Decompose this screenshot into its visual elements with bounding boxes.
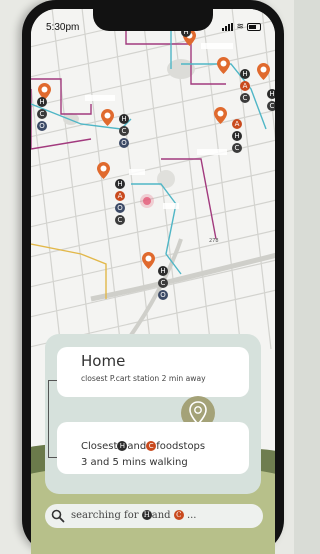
c-badge[interactable]: C: [267, 101, 275, 111]
c-badge[interactable]: C: [115, 215, 125, 225]
c-badge[interactable]: C: [240, 93, 250, 103]
foodstops-line2: 3 and 5 mins walking: [81, 457, 188, 468]
o-badge[interactable]: O: [158, 290, 168, 300]
map-pin-icon[interactable]: [97, 162, 110, 179]
foodstops-connector: and: [127, 441, 147, 452]
foodstops-line1: Closest Hand Cfoodstops: [81, 441, 205, 452]
h-badge[interactable]: H: [232, 131, 242, 141]
c-badge[interactable]: C: [232, 143, 242, 153]
status-time: 5:30pm: [46, 22, 80, 33]
c-badge: C: [173, 510, 184, 520]
highway-label: 278: [209, 238, 219, 244]
h-badge[interactable]: H: [37, 97, 47, 107]
search-input[interactable]: searching for Hand C ...: [71, 510, 196, 521]
o-badge[interactable]: O: [119, 138, 129, 148]
wifi-icon: ≋: [236, 22, 244, 32]
connector-bracket: [48, 380, 57, 458]
a-badge[interactable]: A: [115, 191, 125, 201]
map-label: [163, 203, 179, 209]
search-prefix: searching for: [71, 510, 139, 521]
foodstops-suffix: foodstops: [156, 441, 206, 452]
signal-icon: [222, 23, 234, 31]
h-badge: H: [141, 510, 152, 520]
c-badge: C: [146, 441, 157, 451]
o-badge[interactable]: O: [115, 203, 125, 213]
o-badge[interactable]: O: [37, 121, 47, 131]
c-badge[interactable]: C: [158, 278, 168, 288]
h-badge[interactable]: H: [267, 89, 275, 99]
a-badge[interactable]: A: [232, 119, 242, 129]
map-pin-icon[interactable]: [142, 252, 155, 269]
h-badge[interactable]: H: [240, 69, 250, 79]
map-label: [129, 169, 145, 175]
map-label: [85, 95, 115, 101]
h-badge[interactable]: H: [115, 179, 125, 189]
notch: [93, 9, 213, 31]
home-subtitle: closest P.cart station 2 min away: [81, 374, 206, 383]
search-connector: and: [151, 510, 171, 521]
h-badge: H: [117, 441, 128, 451]
screen: 5:30pm ≋ 278 H H A C H C H C O H C O A H…: [31, 9, 275, 554]
phone-frame: 5:30pm ≋ 278 H H A C H C H C O H C O A H…: [22, 0, 284, 554]
c-badge[interactable]: C: [119, 126, 129, 136]
battery-icon: [247, 23, 261, 31]
home-title: Home: [81, 352, 126, 370]
map-label: [201, 43, 233, 49]
map-pin-icon[interactable]: [217, 57, 230, 74]
a-badge[interactable]: A: [240, 81, 250, 91]
search-icon: [51, 509, 65, 523]
search-suffix: ...: [186, 510, 197, 521]
map-pin-icon[interactable]: [101, 109, 114, 126]
h-badge[interactable]: H: [119, 114, 129, 124]
map-pin-icon[interactable]: [257, 63, 270, 80]
h-badge[interactable]: H: [158, 266, 168, 276]
status-icons: ≋: [222, 22, 261, 32]
c-badge[interactable]: C: [37, 109, 47, 119]
map-label: [197, 149, 227, 155]
map-pin-icon[interactable]: [214, 107, 227, 124]
foodstops-prefix: Closest: [81, 441, 118, 452]
bottom-sheet: Home closest P.cart station 2 min away C…: [31, 334, 275, 554]
